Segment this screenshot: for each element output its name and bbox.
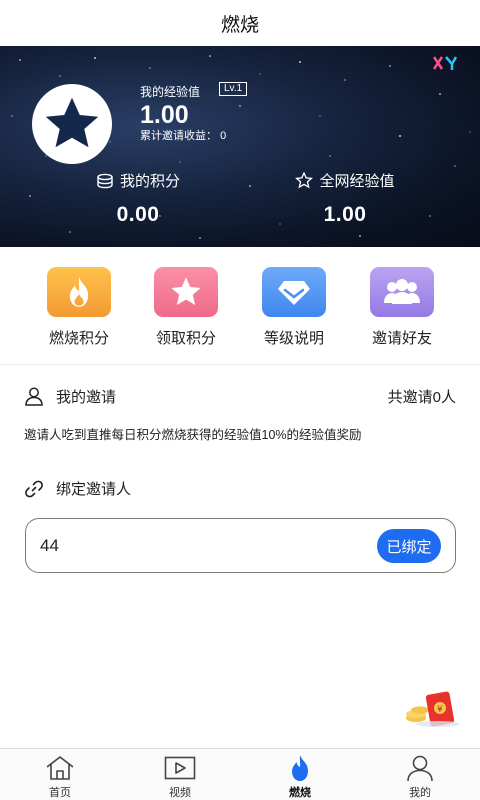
tab-video[interactable]: 视频 — [150, 753, 210, 800]
tab-label: 首页 — [49, 787, 71, 799]
tab-mine[interactable]: 我的 — [390, 753, 450, 800]
action-label: 燃烧积分 — [48, 330, 109, 347]
profile-banner: 我的经验值 Lv.1 1.00 累计邀请收益： 0 我的积分 0.00 全网经验… — [0, 46, 480, 247]
quick-actions: 燃烧积分 领取积分 等级说明 邀请好友 — [0, 258, 480, 358]
action-tile — [47, 267, 111, 317]
action-label: 领取积分 — [155, 330, 216, 347]
action-label: 等级说明 — [263, 330, 324, 347]
invite-description: 邀请人吃到直推每日积分燃烧获得的经验值10%的经验值奖励 — [24, 428, 362, 442]
burn-points-button[interactable]: 燃烧积分 — [25, 267, 133, 348]
my-invites-header: 我的邀请 共邀请0人 — [24, 384, 456, 408]
coins-icon — [97, 173, 113, 188]
network-exp-value: 1.00 — [323, 203, 367, 226]
points-value: 0.00 — [116, 203, 160, 226]
earnings-line: 累计邀请收益： 0 — [140, 127, 226, 143]
points-label: 我的积分 — [119, 173, 180, 190]
network-exp-label: 全网经验值 — [319, 173, 395, 190]
logo-icon — [432, 54, 458, 75]
avatar[interactable] — [32, 84, 112, 164]
action-label: 邀请好友 — [371, 330, 432, 347]
user-outline-icon — [25, 387, 43, 406]
network-exp-stat: 全网经验值 1.00 — [275, 170, 415, 227]
action-tile — [262, 267, 326, 317]
flame-icon — [69, 277, 89, 307]
star-icon — [45, 97, 99, 148]
tab-burn[interactable]: 燃烧 — [270, 753, 330, 800]
bind-inviter-title: 绑定邀请人 — [56, 481, 132, 498]
points-stat: 我的积分 0.00 — [68, 170, 208, 227]
home-icon — [46, 756, 74, 780]
inviter-code-input[interactable] — [40, 531, 360, 561]
my-invites-title: 我的邀请 — [56, 388, 117, 406]
diamond-icon — [278, 281, 310, 305]
tab-label: 燃烧 — [289, 787, 311, 799]
invite-count: 共邀请0人 — [387, 388, 456, 406]
inviter-field-container: 已绑定 — [25, 518, 456, 573]
action-tile — [370, 267, 434, 317]
section-divider — [0, 364, 480, 365]
tab-home[interactable]: 首页 — [30, 753, 90, 800]
group-icon — [384, 279, 420, 304]
link-icon — [25, 480, 43, 497]
earnings-label: 累计邀请收益： — [140, 130, 217, 142]
level-badge: Lv.1 — [219, 82, 248, 96]
red-packet-icon[interactable]: ¥ — [402, 690, 464, 730]
invite-friends-button[interactable]: 邀请好友 — [348, 267, 456, 348]
video-icon — [164, 756, 196, 780]
page-title: 燃烧 — [0, 0, 480, 46]
bind-inviter-header: 绑定邀请人 — [24, 478, 131, 499]
user-icon — [407, 755, 433, 782]
svg-text:¥: ¥ — [437, 705, 443, 715]
bound-button[interactable]: 已绑定 — [377, 529, 441, 563]
flame-icon — [292, 755, 308, 781]
bottom-tab-bar: 首页 视频 燃烧 我的 — [0, 748, 480, 800]
exp-label: 我的经验值 — [140, 85, 201, 99]
action-tile — [154, 267, 218, 317]
level-info-button[interactable]: 等级说明 — [240, 267, 348, 348]
star-icon — [171, 277, 201, 305]
tab-label: 我的 — [409, 787, 431, 799]
star-outline-icon — [295, 172, 314, 189]
earnings-value: 0 — [220, 130, 227, 142]
tab-label: 视频 — [169, 787, 191, 799]
claim-points-button[interactable]: 领取积分 — [132, 267, 240, 348]
exp-value: 1.00 — [140, 101, 189, 129]
